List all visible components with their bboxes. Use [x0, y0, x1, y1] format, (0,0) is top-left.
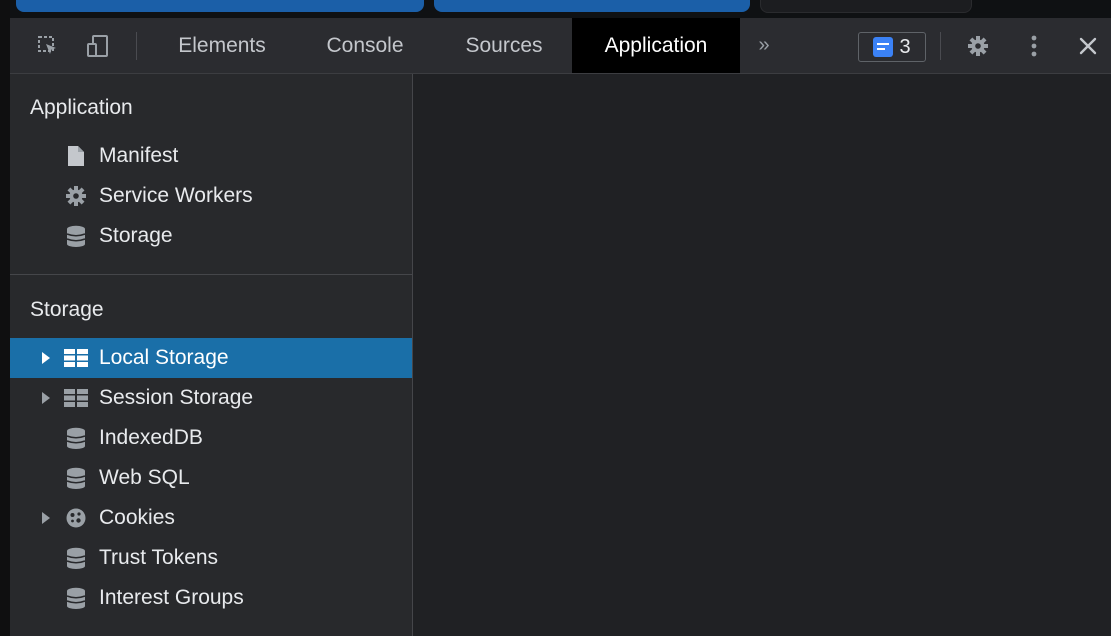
sidebar-item-label: Service Workers [99, 184, 253, 207]
browser-tab[interactable] [16, 0, 424, 12]
sidebar-item-storage[interactable]: Storage [10, 216, 412, 256]
expand-caret-icon[interactable] [42, 512, 50, 524]
database-icon [64, 466, 88, 490]
sidebar-item-label: Manifest [99, 144, 179, 167]
browser-tab[interactable] [434, 0, 750, 12]
tab-application[interactable]: Application [572, 18, 740, 73]
device-toolbar-icon[interactable] [86, 34, 110, 58]
database-icon [64, 224, 88, 248]
expand-caret-icon[interactable] [42, 392, 50, 404]
file-icon [64, 144, 88, 168]
section-title-application: Application [30, 96, 133, 119]
sidebar-item-service-workers[interactable]: Service Workers [10, 176, 412, 216]
sidebar-item-indexeddb[interactable]: IndexedDB [10, 418, 412, 458]
browser-tab-strip [10, 0, 1111, 18]
devtools-window: Elements Console Sources Application » 3 [0, 0, 1111, 636]
sidebar-item-label: Trust Tokens [99, 546, 219, 569]
database-icon [64, 426, 88, 450]
cookie-icon [64, 506, 88, 530]
section-title-storage: Storage [30, 298, 104, 321]
browser-tab[interactable] [760, 0, 972, 13]
sidebar-item-interest-groups[interactable]: Interest Groups [10, 578, 412, 618]
sidebar-item-local-storage[interactable]: Local Storage [10, 338, 412, 378]
toolbar-divider [940, 32, 941, 60]
sidebar-item-cookies[interactable]: Cookies [10, 498, 412, 538]
issues-icon [873, 37, 894, 57]
close-icon[interactable] [1076, 34, 1100, 58]
database-icon [64, 586, 88, 610]
main-content-pane [413, 74, 1111, 636]
tab-console[interactable]: Console [310, 18, 420, 73]
sidebar-item-session-storage[interactable]: Session Storage [10, 378, 412, 418]
inspect-element-icon[interactable] [36, 34, 60, 58]
sidebar-item-label: Local Storage [99, 346, 229, 369]
sidebar-item-label: Storage [99, 224, 173, 247]
sidebar-item-label: Web SQL [99, 466, 190, 489]
sidebar-item-label: Cookies [99, 506, 175, 529]
kebab-menu-icon[interactable] [1022, 34, 1046, 58]
sidebar-item-trust-tokens[interactable]: Trust Tokens [10, 538, 412, 578]
gear-icon [64, 184, 88, 208]
issues-count: 3 [899, 35, 911, 58]
toolbar-divider [136, 32, 137, 60]
sidebar-item-label: Interest Groups [99, 586, 244, 609]
application-sidebar: Application Manifest Service Workers Sto… [10, 74, 413, 636]
sidebar-item-web-sql[interactable]: Web SQL [10, 458, 412, 498]
devtools-toolbar: Elements Console Sources Application » 3 [10, 18, 1111, 74]
gear-icon[interactable] [966, 34, 990, 58]
more-tabs-chevron-icon[interactable]: » [750, 18, 778, 73]
window-edge [0, 0, 10, 636]
database-icon [64, 546, 88, 570]
sidebar-item-label: Session Storage [99, 386, 254, 409]
issues-button[interactable]: 3 [858, 32, 926, 62]
tab-sources[interactable]: Sources [448, 18, 560, 73]
section-divider [10, 274, 413, 275]
grid-icon [64, 386, 88, 410]
tab-elements[interactable]: Elements [160, 18, 284, 73]
grid-icon [64, 346, 88, 370]
expand-caret-icon[interactable] [42, 352, 50, 364]
sidebar-item-label: IndexedDB [99, 426, 203, 449]
sidebar-item-manifest[interactable]: Manifest [10, 136, 412, 176]
